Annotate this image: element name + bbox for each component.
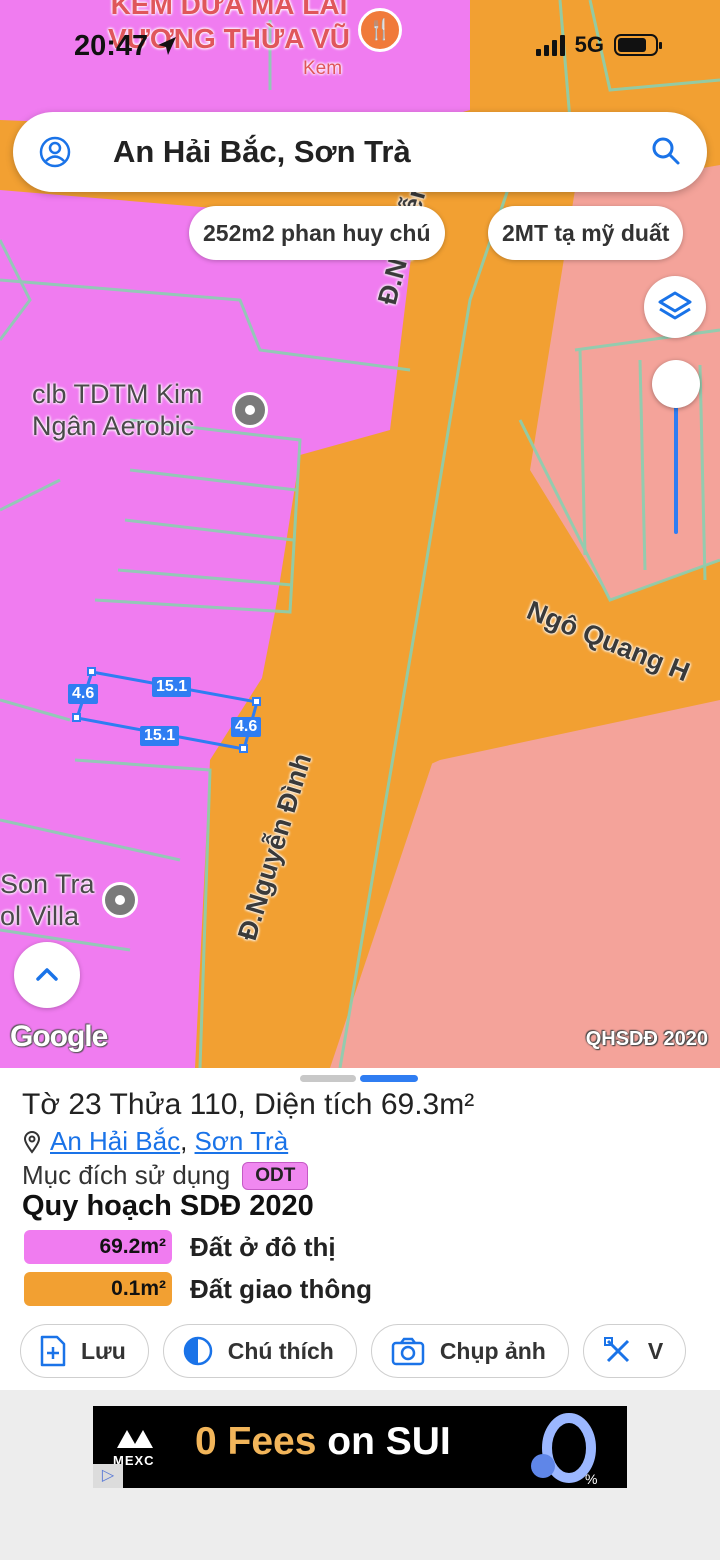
- location-comma: ,: [180, 1126, 195, 1156]
- search-query[interactable]: An Hải Bắc, Sơn Trà: [113, 134, 411, 170]
- area-bar-transport: 0.1m²: [24, 1272, 172, 1306]
- ad-headline: 0 Fees on SUI: [195, 1420, 451, 1464]
- purpose-row: Mục đích sử dụng ODT: [22, 1160, 309, 1191]
- mexc-logo-icon: [117, 1430, 153, 1448]
- dimension-bottom: 15.1: [140, 726, 180, 746]
- legend-button-label: Chú thích: [227, 1337, 334, 1364]
- status-indicators: 5G: [535, 32, 662, 58]
- parcel-location: An Hải Bắc, Sơn Trà: [22, 1126, 288, 1157]
- saved-chip-1[interactable]: 252m2 phan huy chú: [189, 206, 445, 260]
- district-link[interactable]: Sơn Trà: [195, 1126, 289, 1156]
- dimension-top: 15.1: [152, 677, 192, 697]
- poi-villa-label[interactable]: Son Tra ol Villa: [0, 868, 95, 932]
- more-tools-label: V: [647, 1337, 664, 1364]
- network-type: 5G: [574, 32, 604, 57]
- poi-club-label[interactable]: clb TDTM Kim Ngân Aerobic: [32, 378, 203, 442]
- ad-banner[interactable]: MEXC 0 Fees on SUI % ▷: [93, 1406, 627, 1488]
- svg-text:%: %: [585, 1471, 597, 1487]
- saved-chip-2[interactable]: 2MT tạ mỹ duất: [488, 206, 684, 260]
- ad-headline-sui: on SUI: [316, 1420, 451, 1463]
- layers-button[interactable]: [644, 276, 706, 338]
- purpose-label: Mục đích sử dụng: [22, 1160, 231, 1190]
- parcel-title: Tờ 23 Thửa 110, Diện tích 69.3m²: [22, 1088, 475, 1121]
- dimension-right: 4.6: [231, 717, 262, 737]
- contrast-icon: [183, 1336, 213, 1366]
- dimension-left: 4.6: [68, 684, 99, 704]
- parcel-info-sheet[interactable]: Tờ 23 Thửa 110, Diện tích 69.3m² An Hải …: [0, 1068, 720, 1390]
- land-use-label-transport: Đất giao thông: [190, 1273, 372, 1304]
- land-use-label-residential: Đất ở đô thị: [190, 1231, 336, 1262]
- photo-button[interactable]: Chụp ảnh: [370, 1324, 569, 1378]
- legend-button[interactable]: Chú thích: [162, 1324, 357, 1378]
- camera-icon: [391, 1337, 425, 1366]
- search-icon[interactable]: [651, 136, 681, 166]
- ad-area: MEXC 0 Fees on SUI % ▷: [0, 1390, 720, 1560]
- google-logo: Google: [10, 1020, 108, 1053]
- poi-villa-pin-icon[interactable]: [102, 882, 138, 918]
- location-pin-icon: [23, 1130, 41, 1154]
- plan-title: Quy hoạch SDĐ 2020: [22, 1190, 314, 1222]
- action-row: Lưu Chú thích Chụp ảnh V: [20, 1324, 687, 1378]
- sheet-handle-left[interactable]: [300, 1075, 356, 1082]
- location-arrow-icon: [158, 37, 177, 55]
- battery-icon: [614, 34, 662, 56]
- plan-row-transport: 0.1m² Đất giao thông: [24, 1272, 372, 1306]
- save-button-label: Lưu: [81, 1337, 126, 1364]
- poi-club-pin-icon[interactable]: [232, 392, 268, 428]
- purpose-code-badge: ODT: [242, 1161, 309, 1190]
- search-bar[interactable]: An Hải Bắc, Sơn Trà: [13, 112, 707, 192]
- status-time: 20:47: [74, 30, 178, 63]
- ad-headline-fees: 0 Fees: [195, 1420, 317, 1463]
- ad-choices-icon[interactable]: ▷: [93, 1464, 123, 1488]
- sheet-handle-right[interactable]: [360, 1075, 418, 1082]
- expand-up-button[interactable]: [14, 942, 80, 1008]
- layer-name-label: QHSDĐ 2020: [585, 1028, 708, 1050]
- ward-link[interactable]: An Hải Bắc: [50, 1126, 180, 1156]
- tools-icon: [603, 1337, 629, 1363]
- photo-button-label: Chụp ảnh: [439, 1337, 546, 1364]
- area-bar-residential: 69.2m²: [24, 1230, 172, 1264]
- save-button[interactable]: Lưu: [20, 1324, 149, 1378]
- opacity-slider-thumb[interactable]: [652, 360, 700, 408]
- account-icon[interactable]: [39, 136, 71, 168]
- plan-row-residential: 69.2m² Đất ở đô thị: [24, 1230, 336, 1264]
- add-document-icon: [40, 1335, 66, 1367]
- map-view[interactable]: KEM DỪA MÃ LAI VƯƠNG THỪA VŨ 🍴 Kem clb T…: [0, 0, 720, 1068]
- chevron-up-icon: [36, 968, 58, 981]
- restaurant-icon[interactable]: 🍴: [358, 8, 402, 52]
- layers-icon: [658, 291, 692, 320]
- ad-graphic-icon: %: [531, 1413, 597, 1487]
- poi-restaurant-sub: Kem: [303, 58, 343, 79]
- signal-icon: [535, 34, 565, 56]
- more-tools-button[interactable]: V: [582, 1324, 687, 1378]
